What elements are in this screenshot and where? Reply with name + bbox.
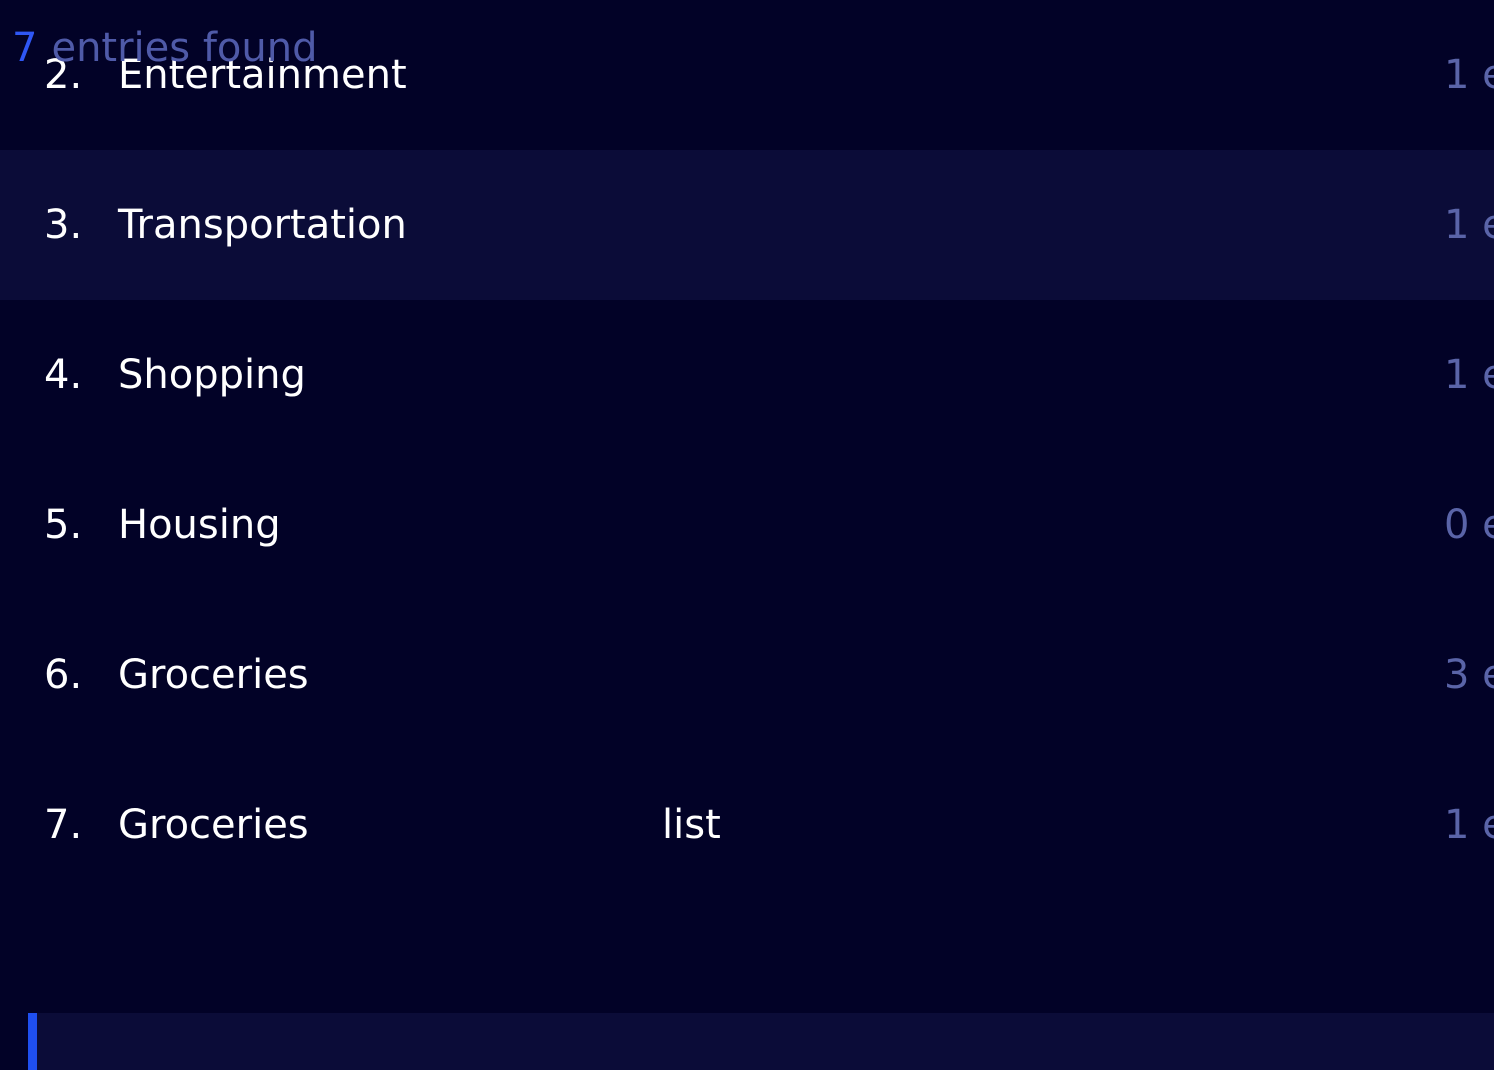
results-count: 7 <box>12 25 38 71</box>
list-item-number: 6. <box>44 652 83 698</box>
list-item[interactable]: 6. Groceries 3 e <box>0 600 1494 750</box>
list-item-entry-count: 1 e <box>1444 352 1494 398</box>
list-item[interactable]: 4. Shopping 1 e <box>0 300 1494 450</box>
list-item[interactable]: 7. Groceries list 1 e <box>0 750 1494 900</box>
list-item-entry-count: 3 e <box>1444 652 1494 698</box>
results-label: entries found <box>51 25 318 71</box>
list-item-extra: list <box>662 802 721 848</box>
list-item-number: 4. <box>44 352 83 398</box>
list-item-number: 3. <box>44 202 83 248</box>
page: 2. Entertainment 1 e 3. Transportation 1… <box>0 0 1494 1070</box>
list-item-entry-count: 1 e <box>1444 802 1494 848</box>
list-item-number: 5. <box>44 502 83 548</box>
list-item-name: Housing <box>118 502 281 548</box>
list-item-entry-count: 0 e <box>1444 502 1494 548</box>
list-item-name: Groceries <box>118 802 309 848</box>
list-item-name: Shopping <box>118 352 306 398</box>
list-item-name: Groceries <box>118 652 309 698</box>
list-item-number: 7. <box>44 802 83 848</box>
list-item[interactable]: 2. Entertainment 1 e <box>0 0 1494 150</box>
list-item[interactable]: 3. Transportation 1 e <box>0 150 1494 300</box>
results-count-header: 7 entries found <box>12 24 317 72</box>
list-item-entry-count: 1 e <box>1444 202 1494 248</box>
list-item-entry-count: 1 e <box>1444 52 1494 98</box>
category-list: 2. Entertainment 1 e 3. Transportation 1… <box>0 50 1494 900</box>
selected-item-panel[interactable] <box>28 1013 1494 1070</box>
list-item-name: Transportation <box>118 202 407 248</box>
list-item[interactable]: 5. Housing 0 e <box>0 450 1494 600</box>
